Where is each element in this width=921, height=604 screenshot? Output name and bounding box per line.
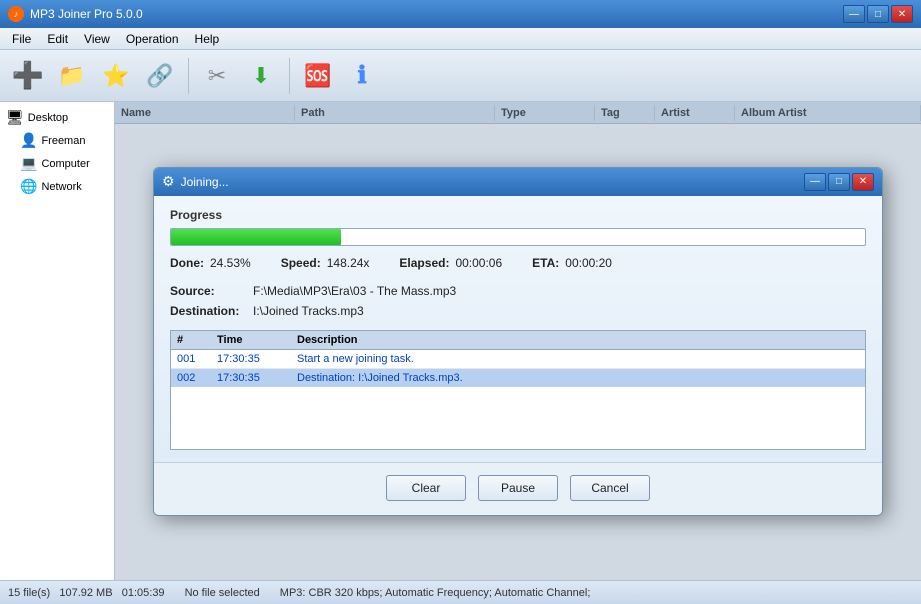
speed-label: Speed: bbox=[281, 256, 321, 270]
source-row: Source: F:\Media\MP3\Era\03 - The Mass.m… bbox=[170, 284, 866, 298]
menu-edit[interactable]: Edit bbox=[39, 30, 76, 48]
sidebar: 🖥 Desktop 👤 Freeman 💻 Computer 🌐 Network bbox=[0, 102, 115, 580]
dialog-title-icon: ⚙ bbox=[162, 173, 175, 190]
done-value: 24.53% bbox=[210, 256, 251, 270]
toolbar-separator bbox=[188, 58, 189, 94]
cancel-button[interactable]: Cancel bbox=[570, 475, 650, 501]
status-duration: 01:05:39 bbox=[122, 587, 165, 599]
dialog-footer: Clear Pause Cancel bbox=[154, 462, 882, 515]
network-icon: 🌐 bbox=[20, 178, 37, 195]
sidebar-label-network: Network bbox=[41, 181, 81, 193]
progress-bar-fill bbox=[171, 229, 341, 245]
source-label: Source: bbox=[170, 284, 245, 298]
log-col-num-header: # bbox=[177, 334, 217, 346]
elapsed-value: 00:00:06 bbox=[455, 256, 502, 270]
link-button[interactable]: 🔗 bbox=[140, 56, 180, 96]
computer-icon: 💻 bbox=[20, 155, 37, 172]
close-button[interactable]: ✕ bbox=[891, 5, 913, 23]
destination-label: Destination: bbox=[170, 304, 245, 318]
menu-view[interactable]: View bbox=[76, 30, 118, 48]
toolbar-separator-2 bbox=[289, 58, 290, 94]
add-files-button[interactable]: ➕ bbox=[8, 56, 48, 96]
dialog-title-left: ⚙ Joining... bbox=[162, 173, 229, 190]
progress-label: Progress bbox=[170, 208, 866, 222]
help-button[interactable]: 🆘 bbox=[298, 56, 338, 96]
user-icon: 👤 bbox=[20, 132, 37, 149]
download-button[interactable]: ⬇ bbox=[241, 56, 281, 96]
destination-row: Destination: I:\Joined Tracks.mp3 bbox=[170, 304, 866, 318]
content-area: Name Path Type Tag Artist Album Artist ⚙… bbox=[115, 102, 921, 580]
add-folder-button[interactable]: 📁 bbox=[52, 56, 92, 96]
dialog-minimize-button[interactable]: — bbox=[804, 173, 826, 191]
status-audio-info: MP3: CBR 320 kbps; Automatic Frequency; … bbox=[280, 587, 591, 599]
done-label: Done: bbox=[170, 256, 204, 270]
log-row-time-1: 17:30:35 bbox=[217, 372, 297, 384]
log-row-num-1: 002 bbox=[177, 372, 217, 384]
dialog-controls: — □ ✕ bbox=[804, 173, 874, 191]
dialog-maximize-button[interactable]: □ bbox=[828, 173, 850, 191]
log-col-desc-header: Description bbox=[297, 334, 859, 346]
source-value: F:\Media\MP3\Era\03 - The Mass.mp3 bbox=[253, 284, 456, 298]
stat-done: Done: 24.53% bbox=[170, 256, 251, 270]
log-row-selected[interactable]: 002 17:30:35 Destination: I:\Joined Trac… bbox=[171, 369, 865, 387]
progress-bar-background bbox=[170, 228, 866, 246]
eta-label: ETA: bbox=[532, 256, 559, 270]
app-title: MP3 Joiner Pro 5.0.0 bbox=[30, 7, 143, 21]
sidebar-item-desktop[interactable]: 🖥 Desktop bbox=[0, 106, 114, 129]
pause-button[interactable]: Pause bbox=[478, 475, 558, 501]
sidebar-item-network[interactable]: 🌐 Network bbox=[0, 175, 114, 198]
status-bar: 15 file(s) 107.92 MB 01:05:39 No file se… bbox=[0, 580, 921, 604]
maximize-button[interactable]: □ bbox=[867, 5, 889, 23]
info-button[interactable]: ℹ bbox=[342, 56, 382, 96]
status-file-size: 107.92 MB bbox=[59, 587, 112, 599]
status-files: 15 file(s) 107.92 MB 01:05:39 bbox=[8, 587, 165, 599]
stat-eta: ETA: 00:00:20 bbox=[532, 256, 612, 270]
destination-value: I:\Joined Tracks.mp3 bbox=[253, 304, 364, 318]
log-table: # Time Description 001 17:30:35 Start a … bbox=[170, 330, 866, 450]
dialog-close-button[interactable]: ✕ bbox=[852, 173, 874, 191]
eta-value: 00:00:20 bbox=[565, 256, 612, 270]
log-row-num-0: 001 bbox=[177, 353, 217, 365]
speed-value: 148.24x bbox=[327, 256, 370, 270]
toolbar: ➕ 📁 ⭐ 🔗 ✂ ⬇ 🆘 ℹ bbox=[0, 50, 921, 102]
desktop-icon: 🖥 bbox=[6, 109, 24, 126]
sidebar-label-freeman: Freeman bbox=[41, 135, 85, 147]
title-bar: ♪ MP3 Joiner Pro 5.0.0 — □ ✕ bbox=[0, 0, 921, 28]
menu-bar: File Edit View Operation Help bbox=[0, 28, 921, 50]
minimize-button[interactable]: — bbox=[843, 5, 865, 23]
status-file-count: 15 file(s) bbox=[8, 587, 50, 599]
log-col-time-header: Time bbox=[217, 334, 297, 346]
window-controls: — □ ✕ bbox=[843, 5, 913, 23]
dialog-content: Progress Done: 24.53% Speed: 148.24x bbox=[154, 196, 882, 462]
sidebar-label-computer: Computer bbox=[41, 158, 89, 170]
app-icon: ♪ bbox=[8, 6, 24, 22]
clear-button[interactable]: Clear bbox=[386, 475, 466, 501]
log-header: # Time Description bbox=[171, 331, 865, 350]
stat-speed: Speed: 148.24x bbox=[281, 256, 370, 270]
cut-button[interactable]: ✂ bbox=[197, 56, 237, 96]
progress-stats: Done: 24.53% Speed: 148.24x Elapsed: 00:… bbox=[170, 256, 866, 270]
log-row-time-0: 17:30:35 bbox=[217, 353, 297, 365]
dialog-title: Joining... bbox=[181, 175, 229, 189]
menu-help[interactable]: Help bbox=[187, 30, 228, 48]
title-bar-left: ♪ MP3 Joiner Pro 5.0.0 bbox=[8, 6, 143, 22]
add-favorite-button[interactable]: ⭐ bbox=[96, 56, 136, 96]
dialog-titlebar: ⚙ Joining... — □ ✕ bbox=[154, 168, 882, 196]
menu-file[interactable]: File bbox=[4, 30, 39, 48]
log-row[interactable]: 001 17:30:35 Start a new joining task. bbox=[171, 350, 865, 369]
dialog-overlay: ⚙ Joining... — □ ✕ Progress bbox=[115, 102, 921, 580]
log-row-desc-0: Start a new joining task. bbox=[297, 353, 859, 365]
status-selection: No file selected bbox=[185, 587, 260, 599]
main-area: 🖥 Desktop 👤 Freeman 💻 Computer 🌐 Network… bbox=[0, 102, 921, 580]
sidebar-item-freeman[interactable]: 👤 Freeman bbox=[0, 129, 114, 152]
stat-elapsed: Elapsed: 00:00:06 bbox=[399, 256, 502, 270]
joining-dialog: ⚙ Joining... — □ ✕ Progress bbox=[153, 167, 883, 516]
sidebar-label-desktop: Desktop bbox=[28, 112, 68, 124]
sidebar-item-computer[interactable]: 💻 Computer bbox=[0, 152, 114, 175]
menu-operation[interactable]: Operation bbox=[118, 30, 187, 48]
elapsed-label: Elapsed: bbox=[399, 256, 449, 270]
log-row-desc-1: Destination: I:\Joined Tracks.mp3. bbox=[297, 372, 859, 384]
